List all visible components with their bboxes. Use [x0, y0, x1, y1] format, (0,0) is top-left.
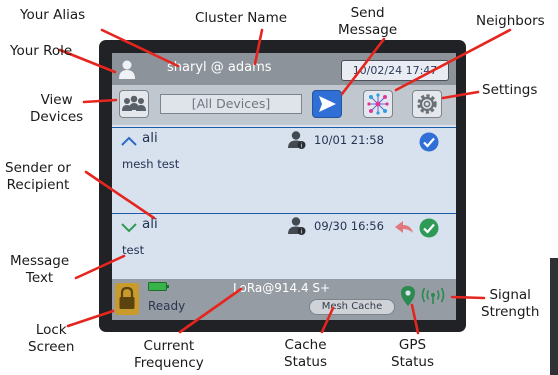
message-time: 10/01 21:58 — [314, 133, 384, 147]
message-sender: ali — [142, 130, 158, 146]
cache-status-badge[interactable]: Mesh Cache — [309, 299, 395, 315]
send-message-button[interactable] — [312, 90, 342, 118]
chevron-down-icon — [121, 223, 137, 233]
reply-arrow-icon[interactable] — [394, 220, 414, 236]
callout-cluster-name: Cluster Name — [195, 10, 288, 26]
status-bar: LoRa@914.4 S+ Ready Mesh Cache — [112, 279, 456, 320]
check-circle-icon — [419, 218, 439, 238]
callout-sender-or-recipient: Sender or Recipient — [5, 160, 71, 193]
callout-settings: Settings — [482, 82, 538, 98]
person-info-icon: i — [288, 131, 306, 150]
view-devices-button[interactable] — [119, 90, 149, 118]
callout-view-devices: View Devices — [30, 92, 84, 125]
battery-icon — [148, 282, 169, 291]
network-icon — [367, 93, 389, 115]
message-time: 09/30 16:56 — [314, 219, 384, 233]
callout-your-role: Your Role — [10, 43, 73, 59]
radio-state: Ready — [148, 299, 186, 313]
callout-your-alias: Your Alias — [20, 7, 86, 23]
datetime-display: 10/02/24 17:47 — [341, 60, 449, 81]
recipient-field[interactable]: [All Devices] — [160, 94, 302, 114]
device-screen: sharyl @ adams 10/02/24 17:47 [All Devic… — [112, 53, 456, 320]
callout-current-frequency: Current Frequency — [134, 338, 204, 371]
current-frequency: LoRa@914.4 S+ — [233, 281, 331, 295]
neighbors-button[interactable] — [363, 90, 393, 118]
chevron-up-icon — [121, 136, 137, 146]
toolbar: [All Devices] — [112, 85, 456, 125]
settings-button[interactable] — [412, 90, 442, 118]
message-sender: ali — [142, 216, 158, 232]
check-circle-icon — [419, 132, 439, 152]
callout-message-text: Message Text — [10, 253, 70, 286]
callout-send-message: Send Message — [338, 5, 398, 38]
message-text: mesh test — [122, 157, 180, 171]
gear-icon — [417, 94, 437, 114]
lock-icon — [119, 286, 135, 309]
callout-signal-strength: Signal Strength — [481, 287, 540, 320]
callout-lock-screen: Lock Screen — [28, 322, 75, 355]
top-bar: sharyl @ adams 10/02/24 17:47 — [112, 53, 456, 85]
callout-cache-status: Cache Status — [284, 337, 328, 370]
role-person-icon — [119, 60, 135, 79]
edge-bar — [550, 258, 558, 375]
person-info-icon: i — [288, 217, 306, 236]
radio-waves-icon[interactable] — [418, 287, 448, 305]
lock-screen-button[interactable] — [115, 283, 139, 315]
callout-gps-status: GPS Status — [391, 337, 435, 370]
people-icon — [122, 95, 146, 111]
callout-neighbors: Neighbors — [476, 13, 545, 29]
message-text: test — [122, 243, 145, 257]
alias-cluster-label: sharyl @ adams — [167, 60, 272, 75]
map-pin-icon[interactable] — [400, 285, 416, 307]
send-arrow-icon — [319, 96, 336, 112]
